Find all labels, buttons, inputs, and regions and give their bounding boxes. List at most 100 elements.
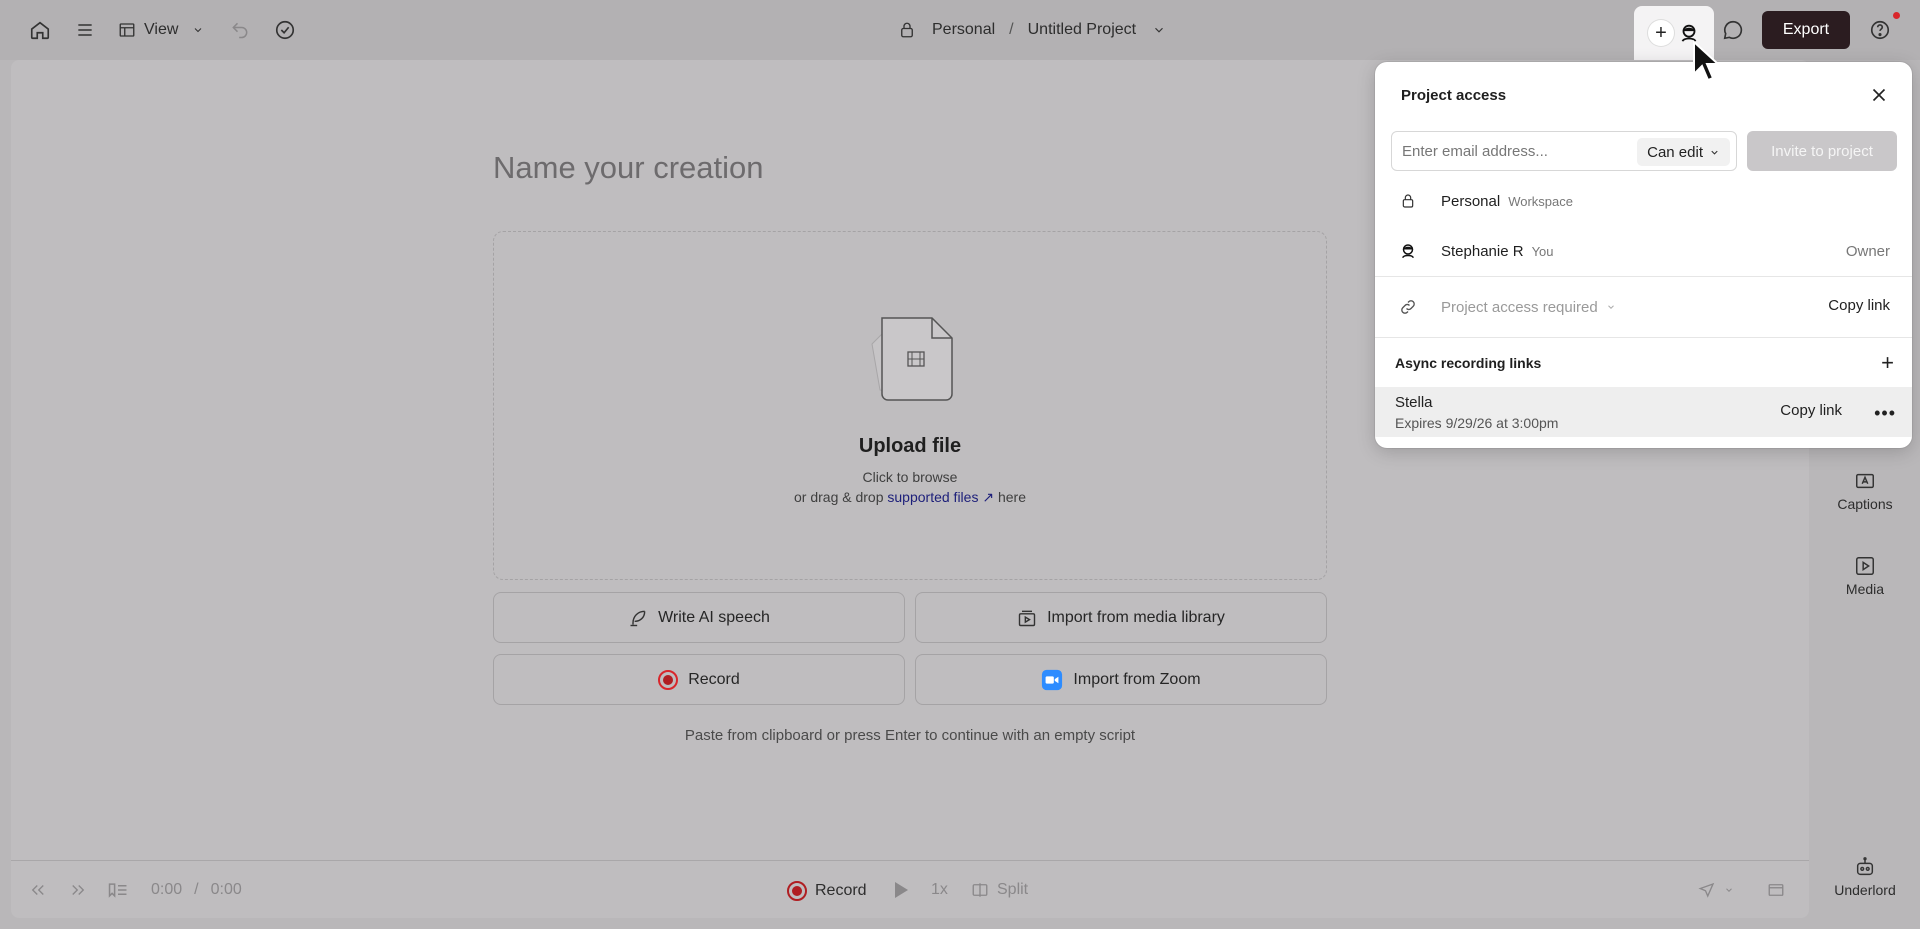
import-media-label: Import from media library [1047,608,1225,626]
time-current: 0:00 [151,881,183,898]
menu-icon[interactable] [71,16,99,44]
zoom-icon [1042,669,1063,690]
comment-icon[interactable] [1719,16,1747,44]
project-access-popover: Project access Can edit Invite to projec… [1375,62,1912,448]
notification-dot [1893,12,1900,19]
time-separator: / [194,881,199,898]
async-links-title: Async recording links [1395,355,1542,371]
export-button[interactable]: Export [1762,11,1850,49]
divider [1375,337,1912,338]
email-field[interactable] [1392,132,1622,170]
member-row-owner: Stephanie R You Owner [1375,231,1912,271]
play-icon[interactable] [893,881,909,899]
chevron-down-icon [195,28,202,33]
upload-dropzone[interactable]: Upload file Click to browse or drag & dr… [493,231,1327,580]
member-sub: You [1531,243,1554,259]
rail-underlord[interactable]: Underlord [1810,856,1920,898]
bottom-record-button[interactable]: Record [787,881,867,901]
chevron-down-icon [1726,888,1732,892]
layout-icon [119,23,135,37]
upload-hint-drag: or drag & drop supported files ↗ here [494,489,1326,506]
media-library-icon [1018,610,1036,626]
role-select[interactable]: Can edit [1637,138,1730,166]
member-role: Owner [1845,242,1890,260]
project-name: Untitled Project [1027,21,1137,38]
member-row-workspace: Personal Workspace [1375,181,1912,221]
record-label: Record [688,670,740,688]
chevron-down-icon [1607,305,1614,309]
view-menu[interactable]: View [118,16,204,44]
top-bar: View Personal / Untitled Project + Expor… [0,0,1920,60]
chevron-down-icon [1155,27,1164,33]
layout-toggle-icon[interactable] [1767,881,1785,899]
paste-hint: Paste from clipboard or press Enter to c… [684,727,1136,744]
member-sub: Workspace [1508,193,1573,209]
add-async-link-icon[interactable]: + [1881,350,1894,376]
skip-back-icon[interactable] [29,881,47,899]
popover-title: Project access [1401,87,1507,104]
view-label: View [144,21,179,38]
speed-button[interactable]: 1x [931,881,948,899]
check-circle-icon[interactable] [271,16,299,44]
role-label: Can edit [1647,143,1703,161]
help-icon[interactable] [1866,16,1894,44]
skip-forward-icon[interactable] [69,881,87,899]
media-icon [1856,557,1874,575]
member-name: Personal [1441,192,1501,210]
write-ai-label: Write AI speech [658,608,770,626]
split-label: Split [997,881,1029,898]
project-breadcrumb[interactable]: Personal / Untitled Project [898,14,1166,46]
invite-button[interactable]: Invite to project [1747,131,1897,171]
supported-files-link[interactable]: supported files ↗ [887,489,994,505]
drag-suffix: here [997,489,1026,505]
plus-icon: + [1648,20,1674,46]
copy-link-button[interactable]: Copy link [1828,297,1890,314]
robot-icon [1856,857,1874,876]
upload-hint: Click to browse [862,469,958,485]
file-upload-icon [850,314,970,404]
rail-media[interactable]: Media [1810,555,1920,597]
media-label: Media [1845,581,1885,597]
home-icon[interactable] [26,16,54,44]
import-zoom-button[interactable]: Import from Zoom [915,654,1327,705]
captions-icon [1856,473,1874,489]
record-icon [658,669,679,690]
member-name: Stephanie R [1441,242,1524,260]
import-media-library-button[interactable]: Import from media library [915,592,1327,643]
async-link-name: Stella [1395,394,1433,411]
lock-icon [1399,192,1417,210]
drag-text: or drag & drop [794,489,884,505]
invite-email-group: Can edit [1391,131,1737,171]
captions-label: Captions [1837,496,1893,512]
link-access-select[interactable]: Project access required [1441,288,1630,326]
chapters-icon[interactable] [107,881,129,899]
split-icon [972,883,988,897]
mouse-cursor-icon [1693,40,1720,82]
project-title-input[interactable]: Name your creation [493,150,764,186]
avatar [1399,242,1417,260]
rail-captions[interactable]: Captions [1810,470,1920,512]
async-link-expiry: Expires 9/29/26 at 3:00pm [1395,415,1559,431]
close-icon[interactable] [1868,84,1890,106]
underlord-label: Underlord [1834,882,1896,898]
link-access-label: Project access required [1441,298,1598,316]
breadcrumb-separator: / [1009,21,1014,38]
async-link-row[interactable]: Stella Expires 9/29/26 at 3:00pm Copy li… [1375,387,1912,437]
async-copy-link-button[interactable]: Copy link [1780,402,1842,419]
time-total: 0:00 [210,881,242,898]
record-icon [787,881,807,901]
import-zoom-label: Import from Zoom [1073,670,1201,688]
timecode: 0:00 / 0:00 [151,881,242,899]
pointer-tool-icon[interactable] [1698,881,1734,899]
write-ai-speech-button[interactable]: Write AI speech [493,592,905,643]
workspace-name: Personal [932,21,996,38]
feather-icon [630,610,646,626]
undo-icon[interactable] [226,16,254,44]
more-options-icon[interactable]: ••• [1874,403,1896,424]
bottom-record-label: Record [815,882,867,899]
link-icon [1399,298,1417,316]
playback-bar: 0:00 / 0:00 Record 1x Split [11,860,1809,918]
split-button[interactable]: Split [971,881,1028,899]
divider [1375,276,1912,277]
record-button[interactable]: Record [493,654,905,705]
